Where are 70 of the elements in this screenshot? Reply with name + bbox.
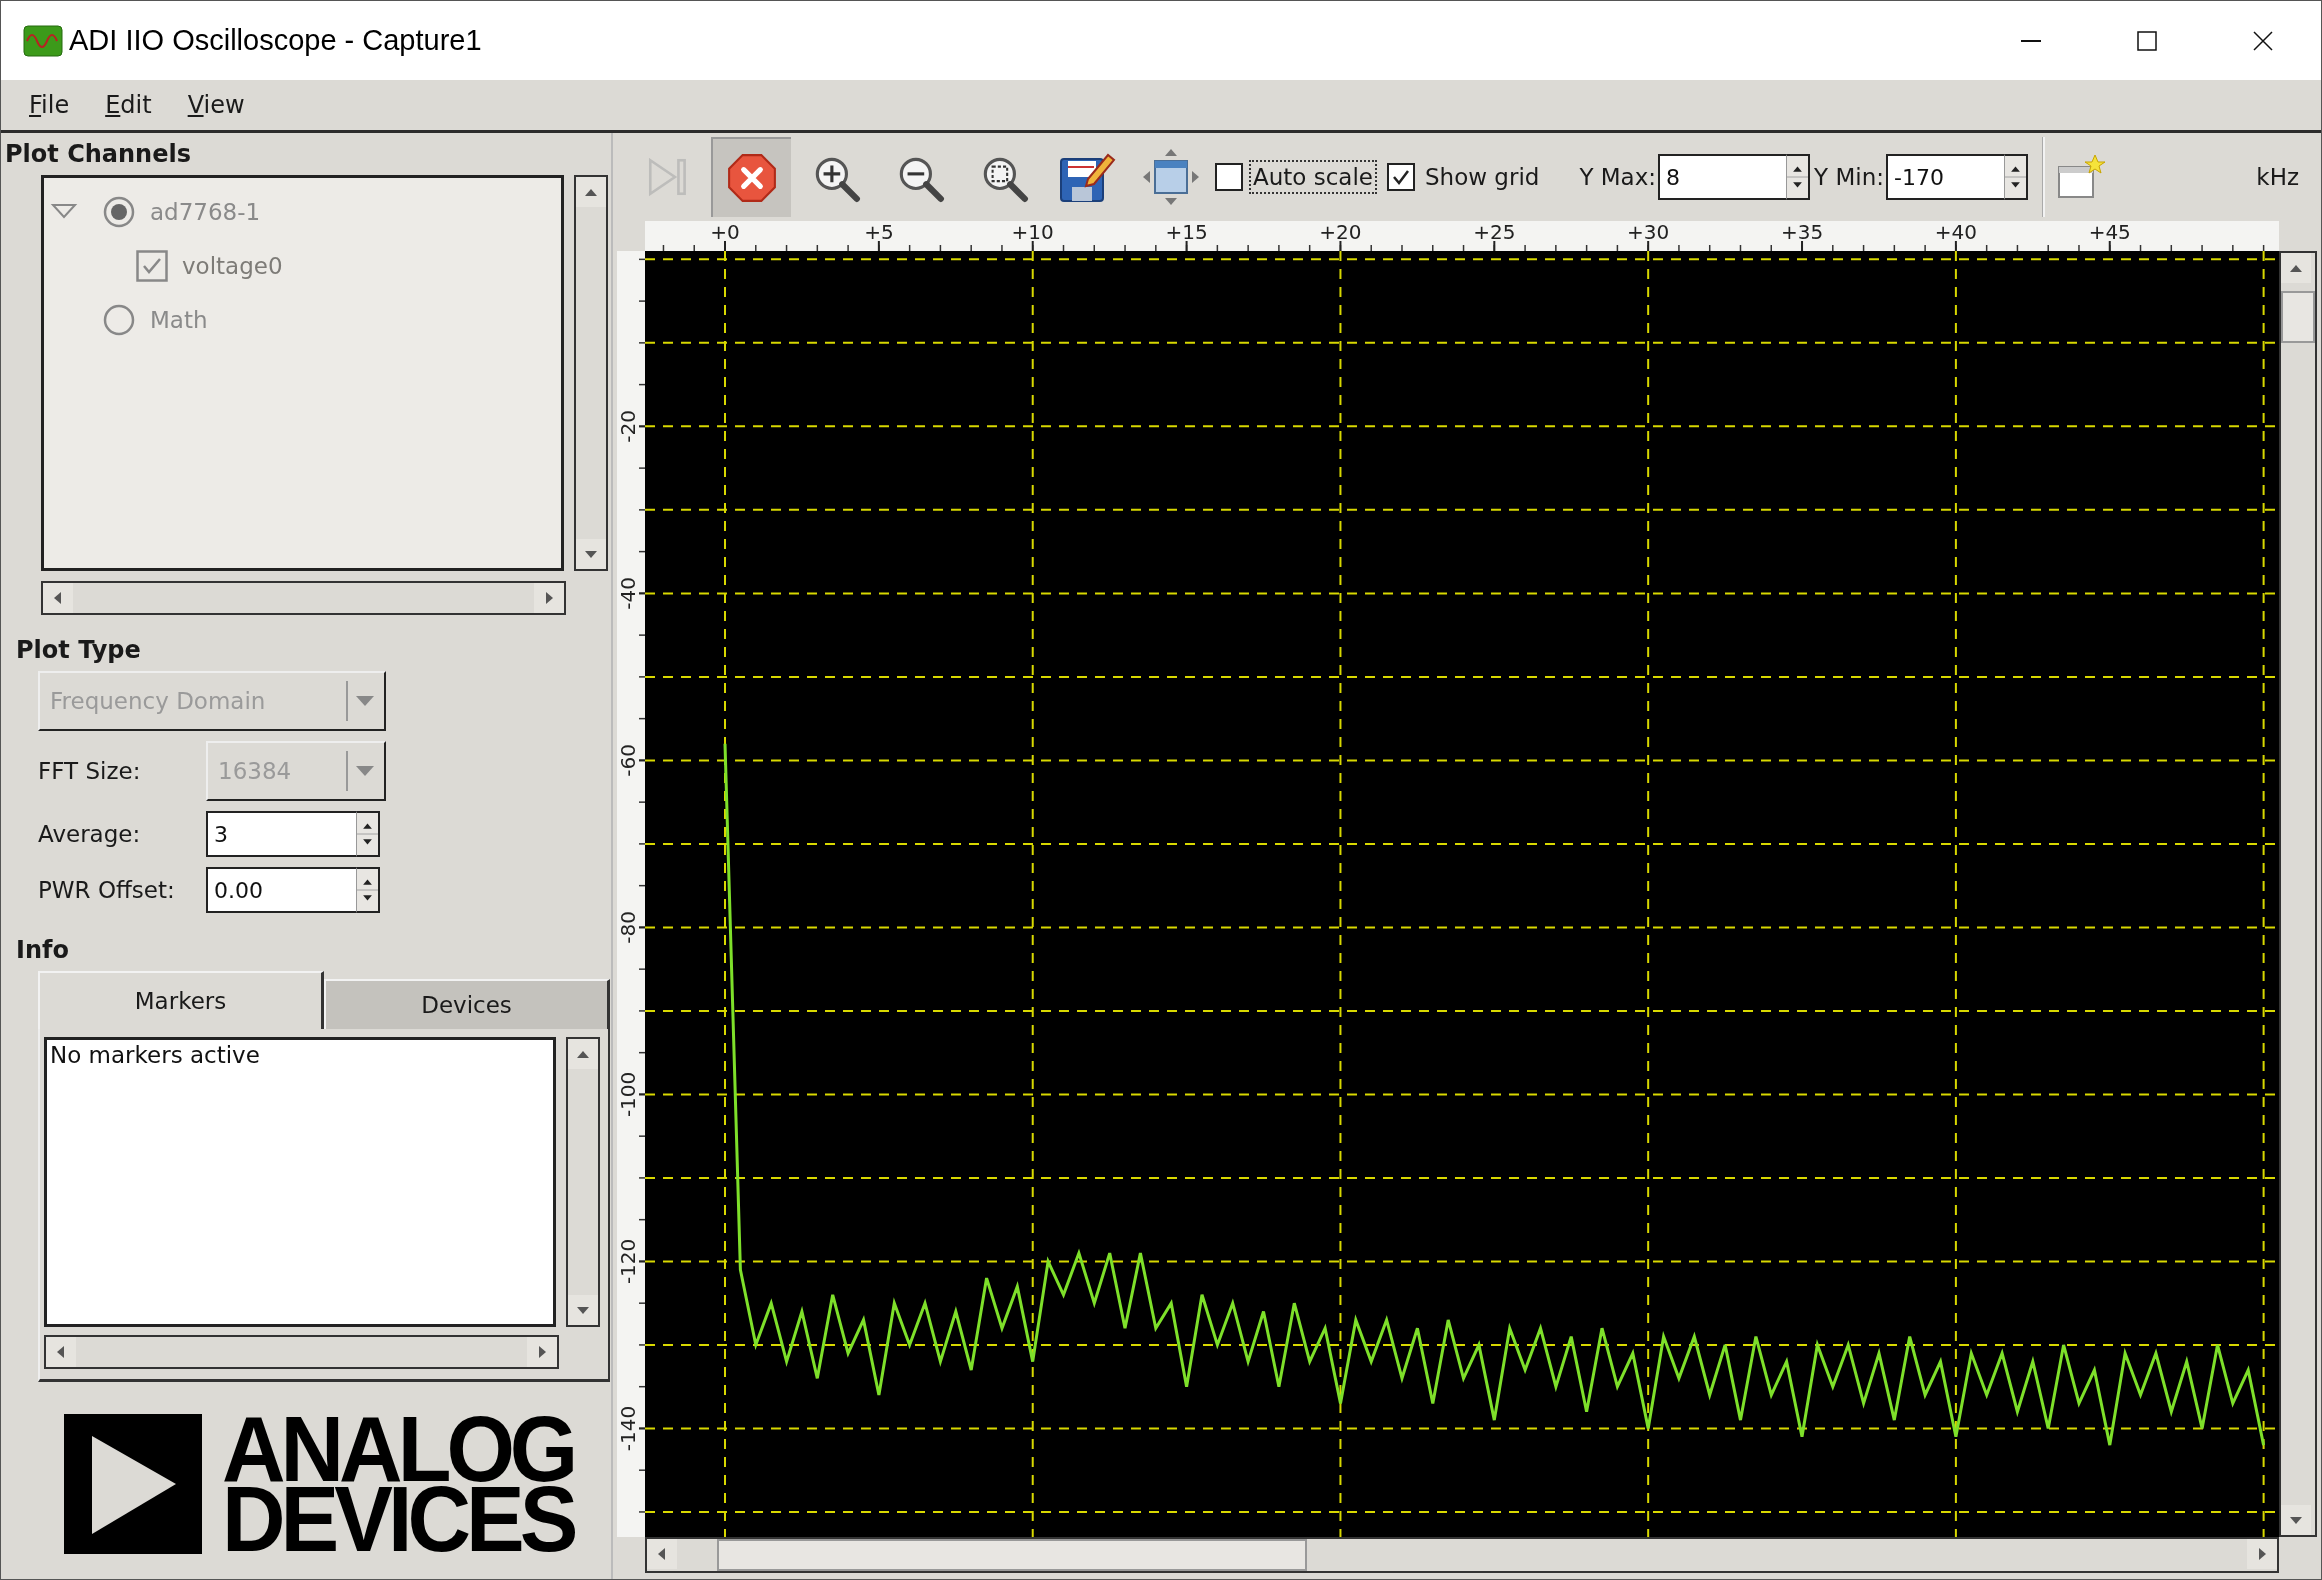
vertical-scrollbar[interactable]: [2279, 251, 2317, 1537]
field-label: Y Min:: [1814, 164, 1884, 190]
x-tick-label: +40: [1934, 221, 1977, 244]
channel-label: voltage0: [182, 253, 283, 279]
logo-mark-icon: [64, 1414, 202, 1554]
x-tick-label: +35: [1780, 221, 1824, 244]
number-field[interactable]: 0.00: [206, 867, 356, 913]
x-tick-label: +45: [2088, 221, 2131, 244]
menu-item[interactable]: File: [29, 91, 70, 119]
channel-label: Math: [150, 307, 208, 333]
caret-icon: [354, 694, 376, 708]
section-heading: Plot Type: [16, 636, 141, 664]
channel-label: ad7768-1: [150, 199, 261, 225]
field-label: FFT Size:: [38, 758, 142, 784]
close-icon: [2253, 30, 2273, 51]
x-tick-label: +10: [1011, 221, 1054, 244]
scrollbar-thumb[interactable]: [717, 1539, 1307, 1571]
stop-icon: [726, 152, 778, 204]
field-label: Average:: [38, 821, 142, 847]
spin-buttons[interactable]: [1786, 154, 1811, 200]
scrollbar-thumb[interactable]: [2281, 291, 2315, 343]
checkbox-label[interactable]: Show grid: [1421, 160, 1544, 194]
menu-item[interactable]: View: [187, 91, 245, 119]
y-tick-label: -20: [617, 410, 640, 443]
caret-icon: [354, 764, 376, 778]
radio-button[interactable]: [102, 195, 136, 229]
x-tick-label: +15: [1165, 221, 1208, 244]
minimize-icon: [2021, 39, 2041, 42]
section-heading: Info: [16, 936, 69, 964]
vertical-scrollbar[interactable]: [566, 1037, 600, 1327]
y-tick-label: -40: [617, 577, 640, 610]
number-field[interactable]: -170: [1886, 154, 2004, 200]
y-tick-label: -140: [617, 1405, 640, 1452]
spin-buttons[interactable]: [356, 867, 380, 913]
app-icon: [23, 24, 63, 57]
field-label: PWR Offset:: [38, 877, 176, 903]
y-tick-label: -60: [617, 744, 640, 777]
vertical-scrollbar[interactable]: [574, 175, 608, 571]
maximize-icon: [2137, 30, 2157, 51]
number-field[interactable]: 3: [206, 811, 356, 857]
horizontal-scrollbar[interactable]: [41, 581, 566, 615]
horizontal-scrollbar[interactable]: [645, 1537, 2279, 1573]
y-tick-label: -100: [617, 1071, 640, 1118]
menu-item[interactable]: Edit: [105, 91, 152, 119]
radio-button[interactable]: [102, 303, 136, 337]
number-field[interactable]: 8: [1658, 154, 1787, 200]
unit-label: kHz: [2256, 164, 2299, 190]
checkbox-label[interactable]: Auto scale: [1249, 160, 1377, 194]
spin-buttons[interactable]: [2004, 154, 2028, 200]
spin-buttons[interactable]: [356, 811, 380, 857]
new-window-icon[interactable]: [2057, 153, 2107, 201]
x-tick-label: +5: [864, 221, 894, 244]
tab[interactable]: Markers: [38, 971, 324, 1029]
window-title: ADI IIO Oscilloscope - Capture1: [69, 24, 483, 57]
x-tick-label: +0: [710, 221, 740, 244]
horizontal-scrollbar[interactable]: [44, 1335, 559, 1369]
tab[interactable]: Devices: [324, 979, 610, 1029]
section-heading: Plot Channels: [5, 140, 191, 168]
x-tick-label: +25: [1473, 221, 1516, 244]
x-tick-label: +30: [1627, 221, 1670, 244]
markers-text-area[interactable]: No markers active: [44, 1037, 556, 1327]
checkbox[interactable]: [1215, 163, 1243, 191]
field-label: Y Max:: [1579, 164, 1657, 190]
y-tick-label: -120: [617, 1238, 640, 1285]
y-tick-label: -80: [617, 911, 640, 944]
checkbox[interactable]: [1387, 163, 1415, 191]
checkbox[interactable]: [136, 250, 168, 282]
x-tick-label: +20: [1319, 221, 1362, 244]
fullscreen-icon: [1142, 148, 1200, 206]
stop-button[interactable]: [711, 137, 791, 217]
